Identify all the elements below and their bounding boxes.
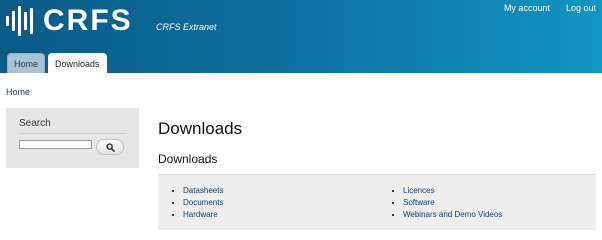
- logout-link[interactable]: Log out: [566, 3, 596, 13]
- webinars-link[interactable]: Webinars and Demo Videos: [403, 210, 502, 219]
- my-account-link[interactable]: My account: [504, 3, 550, 13]
- hardware-link[interactable]: Hardware: [183, 210, 218, 219]
- waveform-icon: [6, 5, 33, 37]
- list-item: Software: [403, 197, 502, 209]
- datasheets-link[interactable]: Datasheets: [183, 186, 223, 195]
- site-subtitle: CRFS Extranet: [156, 22, 217, 32]
- software-link[interactable]: Software: [403, 198, 435, 207]
- search-block-title: Search: [19, 118, 126, 134]
- primary-tabs: Home Downloads: [7, 53, 107, 73]
- site-header: CRFS CRFS Extranet My account Log out Ho…: [0, 0, 602, 73]
- breadcrumb: Home: [6, 87, 30, 97]
- list-item: Datasheets: [183, 185, 223, 197]
- downloads-list-left: Datasheets Documents Hardware: [173, 185, 223, 221]
- licences-link[interactable]: Licences: [403, 186, 435, 195]
- breadcrumb-home[interactable]: Home: [6, 87, 30, 97]
- list-item: Webinars and Demo Videos: [403, 209, 502, 221]
- page-title: Downloads: [158, 119, 243, 138]
- tab-downloads[interactable]: Downloads: [48, 53, 107, 73]
- downloads-list-right: Licences Software Webinars and Demo Vide…: [393, 185, 502, 221]
- tab-home[interactable]: Home: [7, 53, 46, 73]
- search-button[interactable]: [96, 139, 124, 155]
- section-title: Downloads: [158, 152, 218, 166]
- search-icon: [105, 142, 115, 152]
- downloads-panel: Datasheets Documents Hardware Licences S…: [158, 174, 596, 230]
- list-item: Licences: [403, 185, 502, 197]
- user-links: My account Log out: [504, 3, 596, 13]
- documents-link[interactable]: Documents: [183, 198, 223, 207]
- list-item: Documents: [183, 197, 223, 209]
- search-block: Search: [6, 108, 139, 168]
- list-item: Hardware: [183, 209, 223, 221]
- crfs-logo[interactable]: CRFS: [6, 5, 133, 37]
- logo-text: CRFS: [43, 4, 133, 37]
- search-input[interactable]: [19, 140, 92, 149]
